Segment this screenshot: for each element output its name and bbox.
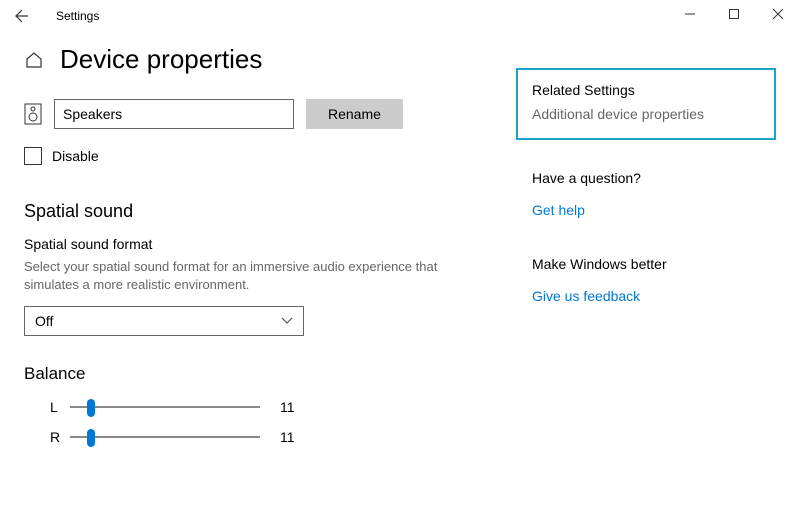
get-help-link[interactable]: Get help [532, 202, 585, 218]
maximize-button[interactable] [712, 0, 756, 28]
additional-device-properties-link[interactable]: Additional device properties [532, 106, 760, 122]
spatial-format-description: Select your spatial sound format for an … [24, 258, 454, 294]
slider-thumb [87, 429, 95, 447]
slider-track [70, 436, 260, 438]
disable-label: Disable [52, 148, 99, 164]
dropdown-selected-value: Off [35, 313, 53, 329]
window-title: Settings [56, 9, 99, 23]
close-button[interactable] [756, 0, 800, 28]
balance-right-slider[interactable] [70, 428, 260, 446]
back-button[interactable] [8, 2, 36, 30]
rename-button[interactable]: Rename [306, 99, 403, 129]
page-title: Device properties [60, 44, 262, 75]
make-windows-better-heading: Make Windows better [532, 256, 760, 272]
balance-left-label: L [50, 399, 70, 415]
minimize-button[interactable] [668, 0, 712, 28]
balance-right-label: R [50, 429, 70, 445]
balance-left-value: 11 [280, 399, 295, 415]
maximize-icon [729, 9, 739, 19]
spatial-sound-heading: Spatial sound [24, 201, 516, 222]
related-settings-heading: Related Settings [532, 82, 760, 98]
give-feedback-link[interactable]: Give us feedback [532, 288, 640, 304]
balance-left-slider[interactable] [70, 398, 260, 416]
chevron-down-icon [281, 317, 293, 325]
back-arrow-icon [14, 8, 30, 24]
have-question-heading: Have a question? [532, 170, 760, 186]
close-icon [773, 9, 783, 19]
spatial-format-label: Spatial sound format [24, 236, 516, 252]
disable-checkbox[interactable] [24, 147, 42, 165]
slider-thumb [87, 399, 95, 417]
minimize-icon [685, 9, 695, 19]
slider-track [70, 406, 260, 408]
related-settings-card: Related Settings Additional device prope… [516, 68, 776, 140]
speaker-icon [24, 103, 42, 125]
device-name-input[interactable] [54, 99, 294, 129]
home-icon[interactable] [24, 50, 44, 70]
balance-right-value: 11 [280, 429, 295, 445]
balance-heading: Balance [24, 364, 516, 384]
spatial-format-dropdown[interactable]: Off [24, 306, 304, 336]
